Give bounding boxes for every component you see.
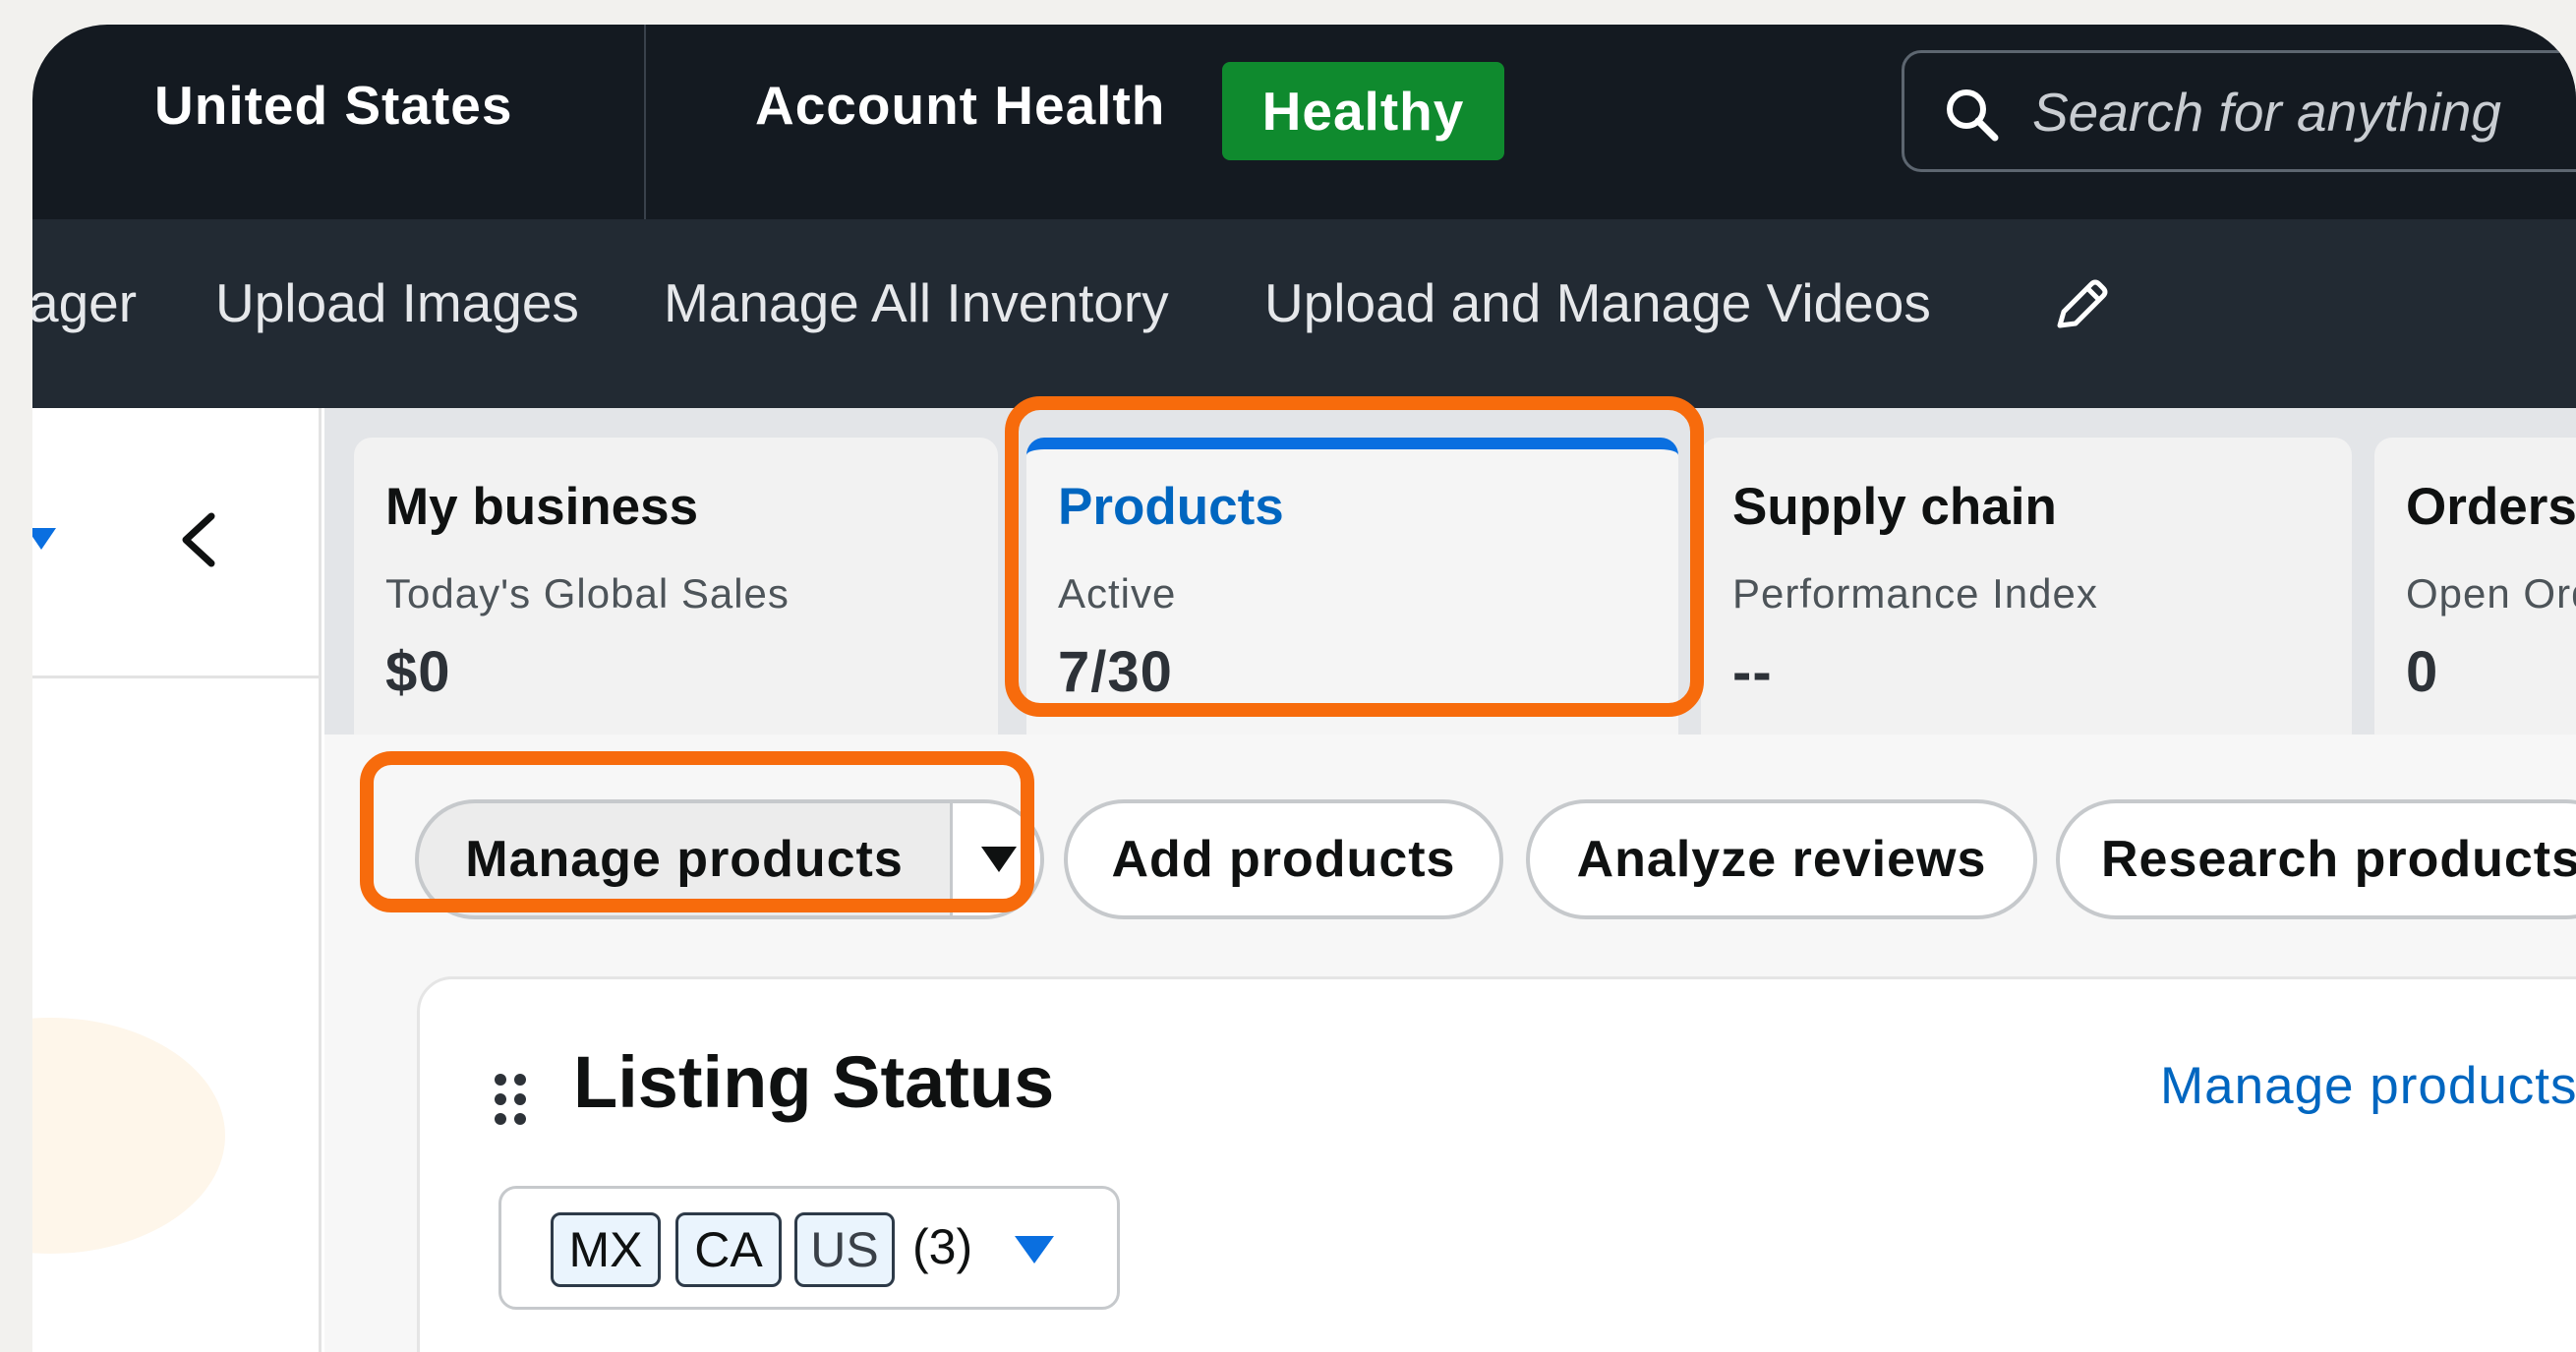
tab-products[interactable]: Products Active 7/30: [1026, 438, 1678, 735]
decorative-shape: [32, 1018, 225, 1254]
tab-title: Supply chain: [1732, 478, 2057, 536]
tab-title: Orders: [2406, 478, 2576, 536]
listing-status-card: Listing Status Manage products MX CA US …: [417, 976, 2576, 1352]
app-window: United States Account Health Healthy age…: [32, 25, 2576, 1352]
tab-supply-chain[interactable]: Supply chain Performance Index --: [1701, 438, 2352, 735]
left-panel-divider: [32, 676, 322, 678]
marketplace-filter[interactable]: MX CA US (3): [498, 1186, 1120, 1310]
manage-products-dropdown[interactable]: [953, 803, 1040, 915]
account-health-label[interactable]: Account Health: [755, 74, 1165, 137]
manage-products-split-button: Manage products: [415, 799, 1044, 919]
manage-products-link[interactable]: Manage products: [2160, 1056, 2576, 1116]
pencil-icon[interactable]: [2048, 272, 2113, 337]
tab-orders[interactable]: Orders Open Orders 0: [2374, 438, 2576, 735]
left-panel: [32, 408, 322, 1352]
caret-down-icon: [980, 847, 1017, 872]
search-icon: [1947, 89, 1999, 142]
search-box[interactable]: [1902, 50, 2576, 172]
tab-metric-label: Today's Global Sales: [385, 570, 790, 617]
search-input[interactable]: [2032, 71, 2576, 153]
tab-metric-label: Active: [1058, 570, 1177, 617]
tab-metric-value: 0: [2406, 640, 2439, 704]
summary-tabs: My business Today's Global Sales $0 Prod…: [324, 408, 2576, 735]
chevron-left-icon[interactable]: [172, 508, 227, 571]
marketplace-count: (3): [912, 1219, 973, 1274]
tab-metric-label: Performance Index: [1732, 570, 2098, 617]
topbar-divider: [644, 25, 646, 219]
drag-handle-icon[interactable]: [491, 1070, 530, 1129]
card-title: Listing Status: [573, 1041, 1055, 1123]
manage-products-button[interactable]: Manage products: [419, 803, 950, 915]
nav-link-manage-all-inventory[interactable]: Manage All Inventory: [664, 271, 1169, 334]
add-products-button[interactable]: Add products: [1064, 799, 1503, 919]
tab-metric-value: --: [1732, 640, 1773, 704]
main-content: My business Today's Global Sales $0 Prod…: [324, 408, 2576, 1352]
nav-link-upload-manage-videos[interactable]: Upload and Manage Videos: [1264, 271, 1931, 334]
nav-link-partial[interactable]: ager: [32, 271, 137, 334]
research-products-button[interactable]: Research products: [2056, 799, 2576, 919]
marketplace-chip: CA: [675, 1212, 782, 1287]
nav-link-upload-images[interactable]: Upload Images: [215, 271, 579, 334]
tab-my-business[interactable]: My business Today's Global Sales $0: [354, 438, 998, 735]
marketplace-chip: MX: [551, 1212, 661, 1287]
caret-down-icon: [1015, 1236, 1054, 1264]
account-health-badge[interactable]: Healthy: [1222, 62, 1504, 160]
analyze-reviews-button[interactable]: Analyze reviews: [1526, 799, 2037, 919]
nav-bar: ager Upload Images Manage All Inventory …: [32, 219, 2576, 408]
tab-metric-value: 7/30: [1058, 640, 1173, 704]
tab-title: Products: [1058, 478, 1284, 536]
top-bar: United States Account Health Healthy: [32, 25, 2576, 219]
tab-title: My business: [385, 478, 699, 536]
marketplace-chip: US: [794, 1212, 895, 1287]
caret-down-icon[interactable]: [32, 524, 66, 554]
marketplace-selector[interactable]: United States: [154, 74, 512, 137]
tab-metric-value: $0: [385, 640, 451, 704]
tab-metric-label: Open Orders: [2406, 570, 2576, 617]
